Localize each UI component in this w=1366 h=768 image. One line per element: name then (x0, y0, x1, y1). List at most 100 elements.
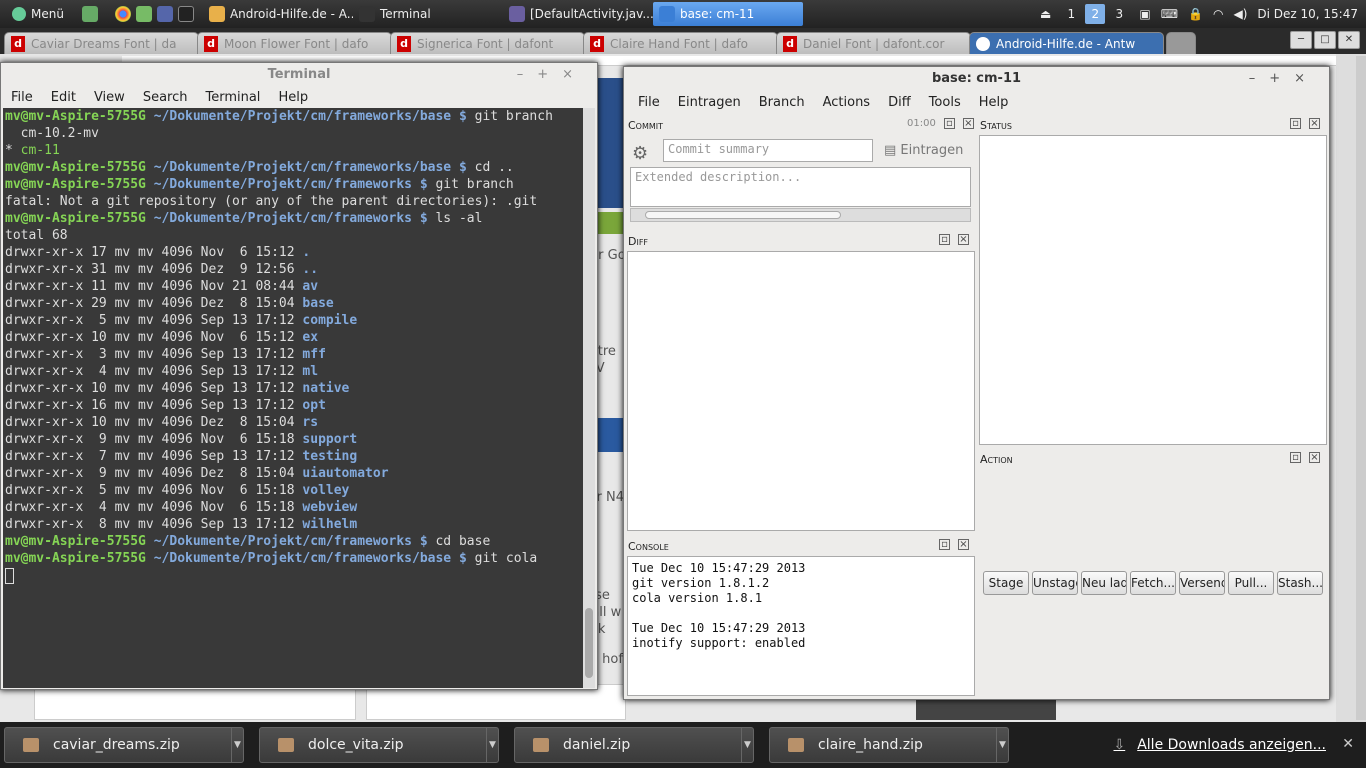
close-icon[interactable]: × (1309, 452, 1320, 463)
display-icon[interactable]: ▣ (1139, 7, 1150, 21)
browser-tab-3[interactable]: d Claire Hand Font | dafo (583, 32, 778, 54)
download-menu-arrow[interactable]: ▼ (231, 728, 243, 762)
close-download-bar-icon[interactable]: ✕ (1342, 736, 1354, 752)
cola-menu-eintragen[interactable]: Eintragen (678, 95, 741, 110)
terminal-titlebar[interactable]: Terminal –+× (1, 63, 597, 87)
terminal-launcher-icon[interactable] (177, 6, 194, 22)
status-view[interactable] (979, 135, 1327, 445)
dafont-icon: d (204, 35, 218, 52)
monitor-launcher-icon[interactable] (81, 6, 98, 22)
close-icon[interactable]: × (958, 539, 969, 550)
task-1[interactable]: Terminal (353, 2, 503, 26)
cola-menu-diff[interactable]: Diff (888, 95, 911, 110)
terminal-menu-edit[interactable]: Edit (51, 90, 76, 105)
terminal-menu-terminal[interactable]: Terminal (205, 90, 260, 105)
command: git branch (474, 109, 553, 124)
ls-meta: drwxr-xr-x 5 mv mv 4096 Sep 13 17:12 (5, 313, 303, 328)
action-button-4[interactable]: Versenden (1179, 571, 1225, 595)
maximize-icon[interactable]: □ (1314, 31, 1336, 49)
task-0[interactable]: Android-Hilfe.de - A... (203, 2, 353, 26)
browser-tab-0[interactable]: d Caviar Dreams Font | da (4, 32, 199, 54)
minimize-icon[interactable]: ─ (1290, 31, 1312, 49)
keyboard-icon[interactable]: ⌨ (1161, 7, 1178, 21)
task-3[interactable]: base: cm-11 (652, 2, 803, 26)
cola-menu-branch[interactable]: Branch (759, 95, 805, 110)
terminal-menu-file[interactable]: File (11, 90, 33, 105)
close-icon[interactable]: × (958, 234, 969, 245)
download-item[interactable]: claire_hand.zip ▼ (769, 727, 1009, 763)
command: git branch (435, 177, 514, 192)
eject-icon[interactable]: ⏏ (1040, 7, 1051, 21)
volume-icon[interactable]: ◀) (1233, 7, 1247, 21)
show-all-downloads-link[interactable]: ⇩ Alle Downloads anzeigen... (1113, 722, 1326, 768)
terminal-line: mv@mv-Aspire-5755G ~/Dokumente/Projekt/c… (5, 533, 581, 550)
git-cola-window[interactable]: base: cm-11 –+× File Eintragen Branch Actio… (623, 66, 1330, 700)
terminal-menu-help[interactable]: Help (278, 90, 308, 105)
branch-name: cm-11 (20, 143, 60, 158)
scrollbar-thumb[interactable] (585, 608, 593, 678)
action-button-1[interactable]: Unstage (1032, 571, 1078, 595)
description-hscrollbar[interactable] (630, 208, 971, 222)
workspace-3[interactable]: 3 (1109, 4, 1129, 24)
ls-name: opt (302, 398, 326, 413)
diff-view[interactable] (627, 251, 975, 531)
close-icon[interactable]: × (962, 118, 974, 129)
cola-menu-file[interactable]: File (638, 95, 660, 110)
clock[interactable]: Di Dez 10, 15:47 (1257, 7, 1358, 21)
files-launcher-icon[interactable] (135, 6, 152, 22)
download-filename: dolce_vita.zip (308, 737, 404, 753)
cola-menu-help[interactable]: Help (979, 95, 1009, 110)
workspace-2[interactable]: 2 (1085, 4, 1106, 24)
close-icon[interactable]: × (1309, 118, 1320, 129)
terminal-menu-view[interactable]: View (94, 90, 125, 105)
cola-menu-actions[interactable]: Actions (823, 95, 871, 110)
gear-icon[interactable]: ⚙ (632, 143, 648, 164)
float-icon[interactable]: ▫ (943, 118, 955, 129)
prompt-user: mv@mv-Aspire-5755G (5, 211, 146, 226)
download-item[interactable]: daniel.zip ▼ (514, 727, 754, 763)
terminal-output[interactable]: mv@mv-Aspire-5755G ~/Dokumente/Projekt/c… (3, 108, 583, 688)
prompt-dollar: $ (451, 160, 475, 175)
lock-icon[interactable]: 🔒 (1188, 7, 1203, 21)
console-output[interactable]: Tue Dec 10 15:47:29 2013 git version 1.8… (627, 556, 975, 696)
cola-menu-tools[interactable]: Tools (929, 95, 961, 110)
eclipse-launcher-icon[interactable] (156, 6, 173, 22)
terminal-menu-search[interactable]: Search (143, 90, 188, 105)
action-button-3[interactable]: Fetch... (1130, 571, 1176, 595)
download-item[interactable]: caviar_dreams.zip ▼ (4, 727, 244, 763)
commit-button[interactable]: ▤ Eintragen (884, 143, 963, 158)
action-button-2[interactable]: Neu laden (1081, 571, 1127, 595)
ls-meta: drwxr-xr-x 4 mv mv 4096 Nov 6 15:18 (5, 500, 303, 515)
terminal-line: cm-10.2-mv (5, 125, 581, 142)
download-menu-arrow[interactable]: ▼ (741, 728, 753, 762)
browser-tab-2[interactable]: d Signerica Font | dafont (390, 32, 585, 54)
extended-description-input[interactable]: Extended description... (630, 167, 971, 207)
task-2[interactable]: [DefaultActivity.jav... (503, 2, 653, 26)
float-icon[interactable]: ▫ (939, 234, 950, 245)
commit-summary-input[interactable]: Commit summary (663, 139, 873, 162)
action-button-0[interactable]: Stage (983, 571, 1029, 595)
browser-tab-1[interactable]: d Moon Flower Font | dafo (197, 32, 392, 54)
download-menu-arrow[interactable]: ▼ (996, 728, 1008, 762)
terminal-window[interactable]: Terminal –+× File Edit View Search Terminal H… (0, 62, 598, 690)
close-icon[interactable]: ✕ (1338, 31, 1360, 49)
download-item[interactable]: dolce_vita.zip ▼ (259, 727, 499, 763)
wifi-icon[interactable]: ◠ (1213, 7, 1223, 21)
git-cola-titlebar[interactable]: base: cm-11 –+× (624, 67, 1329, 91)
browser-tab-4[interactable]: d Daniel Font | dafont.cor (776, 32, 971, 54)
chrome-launcher-icon[interactable] (114, 6, 131, 22)
action-button-6[interactable]: Stash... (1277, 571, 1323, 595)
new-tab-button[interactable] (1166, 32, 1196, 54)
terminal-scrollbar[interactable] (583, 108, 595, 688)
browser-tab-5[interactable]: Android-Hilfe.de - Antw (969, 32, 1164, 54)
download-menu-arrow[interactable]: ▼ (486, 728, 498, 762)
float-icon[interactable]: ▫ (1290, 452, 1301, 463)
workspace-1[interactable]: 1 (1061, 4, 1081, 24)
terminal-window-controls[interactable]: –+× (517, 63, 587, 87)
git-cola-window-controls[interactable]: –+× (1249, 67, 1319, 91)
menu-button[interactable]: Menü (6, 2, 70, 26)
output-text: fatal: Not a git repository (or any of t… (5, 194, 538, 209)
float-icon[interactable]: ▫ (1290, 118, 1301, 129)
action-button-5[interactable]: Pull... (1228, 571, 1274, 595)
float-icon[interactable]: ▫ (939, 539, 950, 550)
